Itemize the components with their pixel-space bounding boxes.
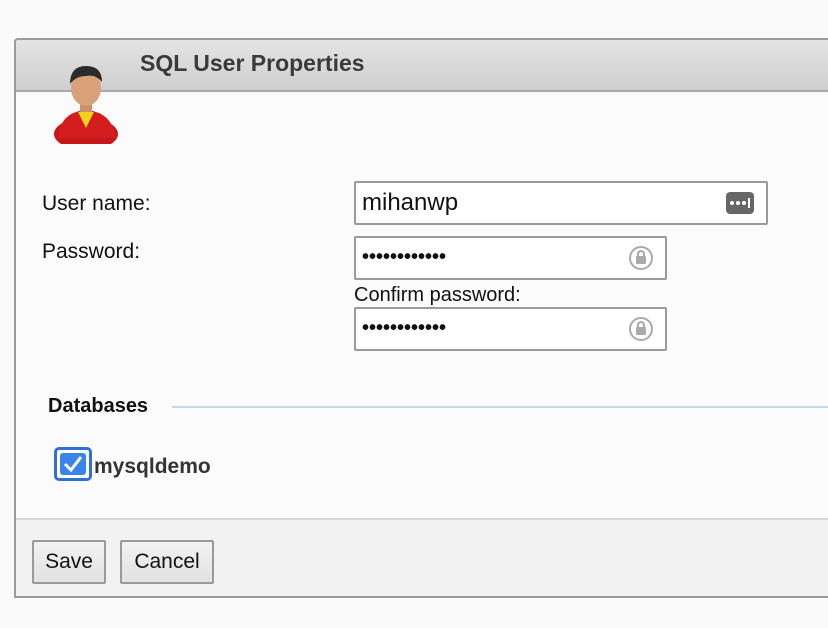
confirm-password-value: •••••••••••• bbox=[362, 317, 447, 339]
database-checkbox-mysqldemo[interactable] bbox=[54, 447, 92, 481]
checkbox-fill bbox=[60, 453, 86, 475]
databases-section-title: Databases bbox=[48, 395, 149, 417]
user-name-label: User name: bbox=[42, 192, 151, 215]
dialog-titlebar: SQL User Properties bbox=[16, 40, 828, 92]
checkmark-icon bbox=[63, 456, 83, 473]
sql-user-properties-dialog: SQL User Properties User name: mihanwp P… bbox=[14, 38, 828, 598]
password-manager-key-icon[interactable] bbox=[726, 192, 754, 214]
dialog-title: SQL User Properties bbox=[140, 50, 365, 76]
dialog-footer: Save Cancel bbox=[16, 518, 828, 596]
password-value: •••••••••••• bbox=[362, 246, 447, 268]
database-label-mysqldemo[interactable]: mysqldemo bbox=[94, 455, 211, 479]
password-field[interactable]: •••••••••••• bbox=[354, 236, 667, 280]
user-name-field[interactable]: mihanwp bbox=[354, 181, 768, 225]
lock-refresh-icon[interactable] bbox=[627, 244, 655, 272]
password-label: Password: bbox=[42, 240, 141, 263]
cancel-button[interactable]: Cancel bbox=[120, 540, 214, 584]
save-button[interactable]: Save bbox=[32, 540, 106, 584]
section-divider bbox=[172, 406, 828, 408]
user-avatar-icon bbox=[54, 66, 118, 144]
confirm-password-label: Confirm password: bbox=[354, 284, 521, 306]
user-name-value: mihanwp bbox=[362, 189, 459, 216]
lock-refresh-icon[interactable] bbox=[627, 315, 655, 343]
confirm-password-field[interactable]: •••••••••••• bbox=[354, 307, 667, 351]
